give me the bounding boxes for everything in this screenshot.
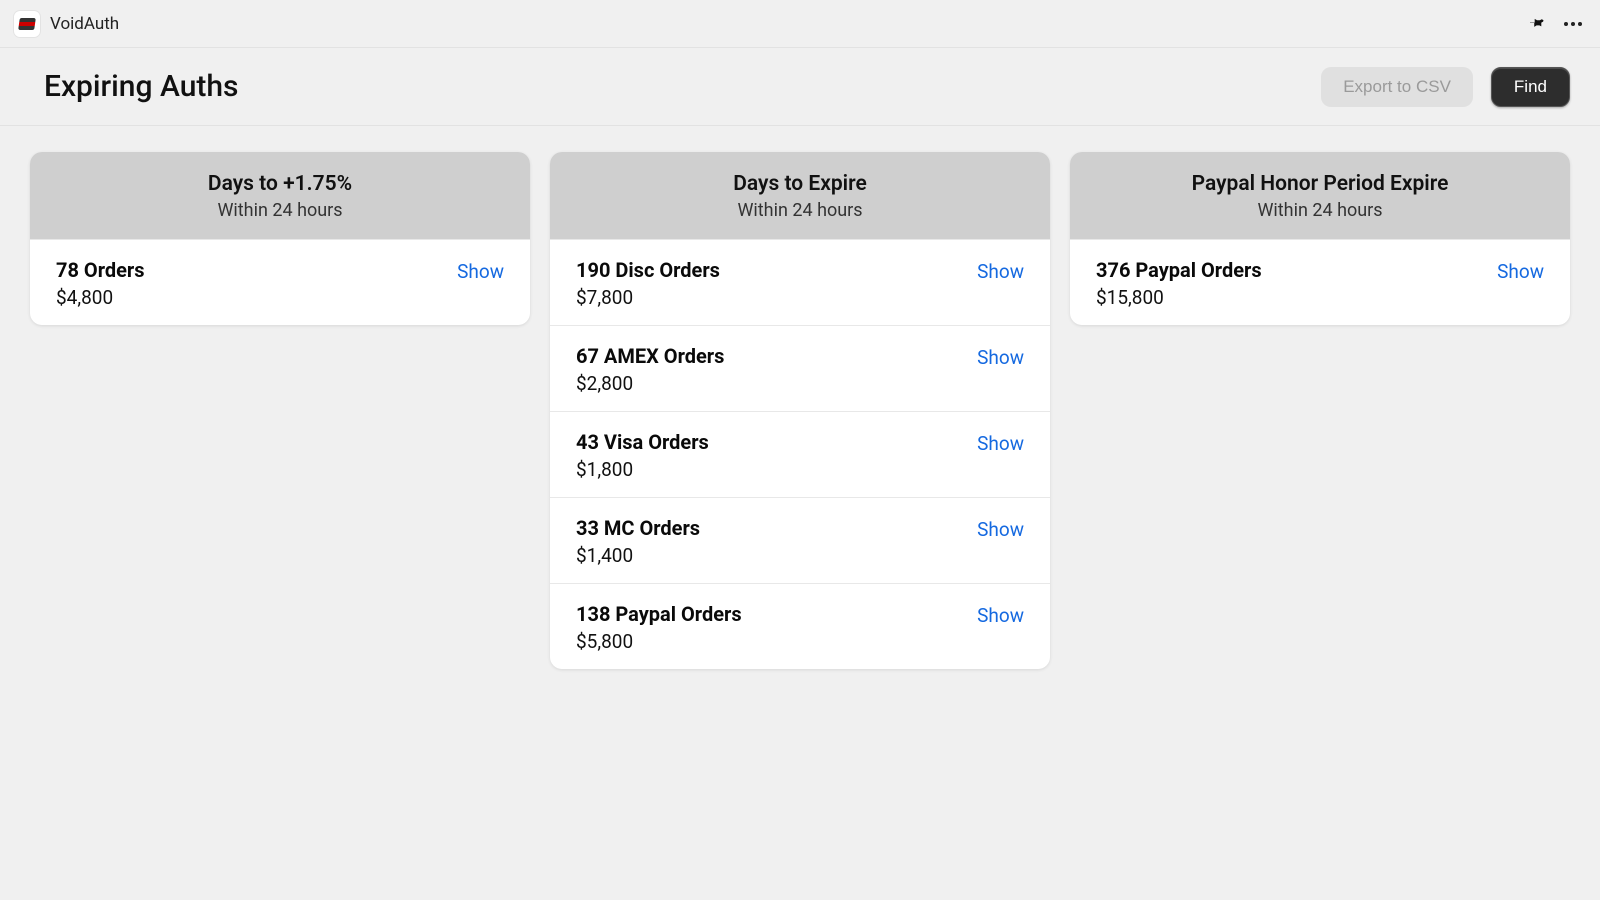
row-title: 78 Orders: [56, 258, 145, 282]
card-header: Days to Expire Within 24 hours: [550, 152, 1050, 239]
export-csv-button[interactable]: Export to CSV: [1321, 67, 1473, 107]
more-icon[interactable]: [1564, 22, 1582, 26]
pin-icon[interactable]: [1530, 16, 1546, 32]
card-days-to-expire: Days to Expire Within 24 hours 190 Disc …: [550, 152, 1050, 669]
page-title: Expiring Auths: [44, 69, 238, 104]
row-title: 33 MC Orders: [576, 516, 700, 540]
list-item: 138 Paypal Orders $5,800 Show: [550, 583, 1050, 669]
row-title: 376 Paypal Orders: [1096, 258, 1262, 282]
card-header: Paypal Honor Period Expire Within 24 hou…: [1070, 152, 1570, 239]
row-title: 67 AMEX Orders: [576, 344, 724, 368]
card-paypal-honor: Paypal Honor Period Expire Within 24 hou…: [1070, 152, 1570, 325]
list-item: 190 Disc Orders $7,800 Show: [550, 239, 1050, 325]
row-title: 190 Disc Orders: [576, 258, 720, 282]
card-title: Paypal Honor Period Expire: [1080, 172, 1560, 196]
row-amount: $1,800: [576, 458, 709, 481]
row-amount: $1,400: [576, 544, 700, 567]
show-link[interactable]: Show: [977, 518, 1024, 541]
row-amount: $2,800: [576, 372, 724, 395]
card-title: Days to Expire: [560, 172, 1040, 196]
list-item: 376 Paypal Orders $15,800 Show: [1070, 239, 1570, 325]
app-name: VoidAuth: [50, 14, 119, 34]
card-subtitle: Within 24 hours: [560, 200, 1040, 221]
row-title: 138 Paypal Orders: [576, 602, 742, 626]
row-amount: $7,800: [576, 286, 720, 309]
list-item: 33 MC Orders $1,400 Show: [550, 497, 1050, 583]
column-days-to-expire: Days to Expire Within 24 hours 190 Disc …: [550, 152, 1050, 669]
row-amount: $4,800: [56, 286, 145, 309]
topbar-right: [1530, 16, 1582, 32]
column-days-to-rate: Days to +1.75% Within 24 hours 78 Orders…: [30, 152, 530, 325]
row-amount: $5,800: [576, 630, 742, 653]
show-link[interactable]: Show: [977, 432, 1024, 455]
show-link[interactable]: Show: [977, 346, 1024, 369]
show-link[interactable]: Show: [977, 604, 1024, 627]
column-paypal-honor: Paypal Honor Period Expire Within 24 hou…: [1070, 152, 1570, 325]
page-header: Expiring Auths Export to CSV Find: [0, 48, 1600, 126]
card-header: Days to +1.75% Within 24 hours: [30, 152, 530, 239]
app-icon-glyph: [18, 18, 36, 30]
content: Days to +1.75% Within 24 hours 78 Orders…: [0, 126, 1600, 695]
row-amount: $15,800: [1096, 286, 1262, 309]
card-days-to-rate: Days to +1.75% Within 24 hours 78 Orders…: [30, 152, 530, 325]
card-title: Days to +1.75%: [40, 172, 520, 196]
row-title: 43 Visa Orders: [576, 430, 709, 454]
card-subtitle: Within 24 hours: [1080, 200, 1560, 221]
show-link[interactable]: Show: [457, 260, 504, 283]
show-link[interactable]: Show: [1497, 260, 1544, 283]
find-button[interactable]: Find: [1491, 67, 1570, 107]
app-icon: [14, 11, 40, 37]
card-subtitle: Within 24 hours: [40, 200, 520, 221]
list-item: 43 Visa Orders $1,800 Show: [550, 411, 1050, 497]
show-link[interactable]: Show: [977, 260, 1024, 283]
header-actions: Export to CSV Find: [1321, 67, 1570, 107]
list-item: 67 AMEX Orders $2,800 Show: [550, 325, 1050, 411]
list-item: 78 Orders $4,800 Show: [30, 239, 530, 325]
topbar: VoidAuth: [0, 0, 1600, 48]
topbar-left: VoidAuth: [14, 11, 119, 37]
